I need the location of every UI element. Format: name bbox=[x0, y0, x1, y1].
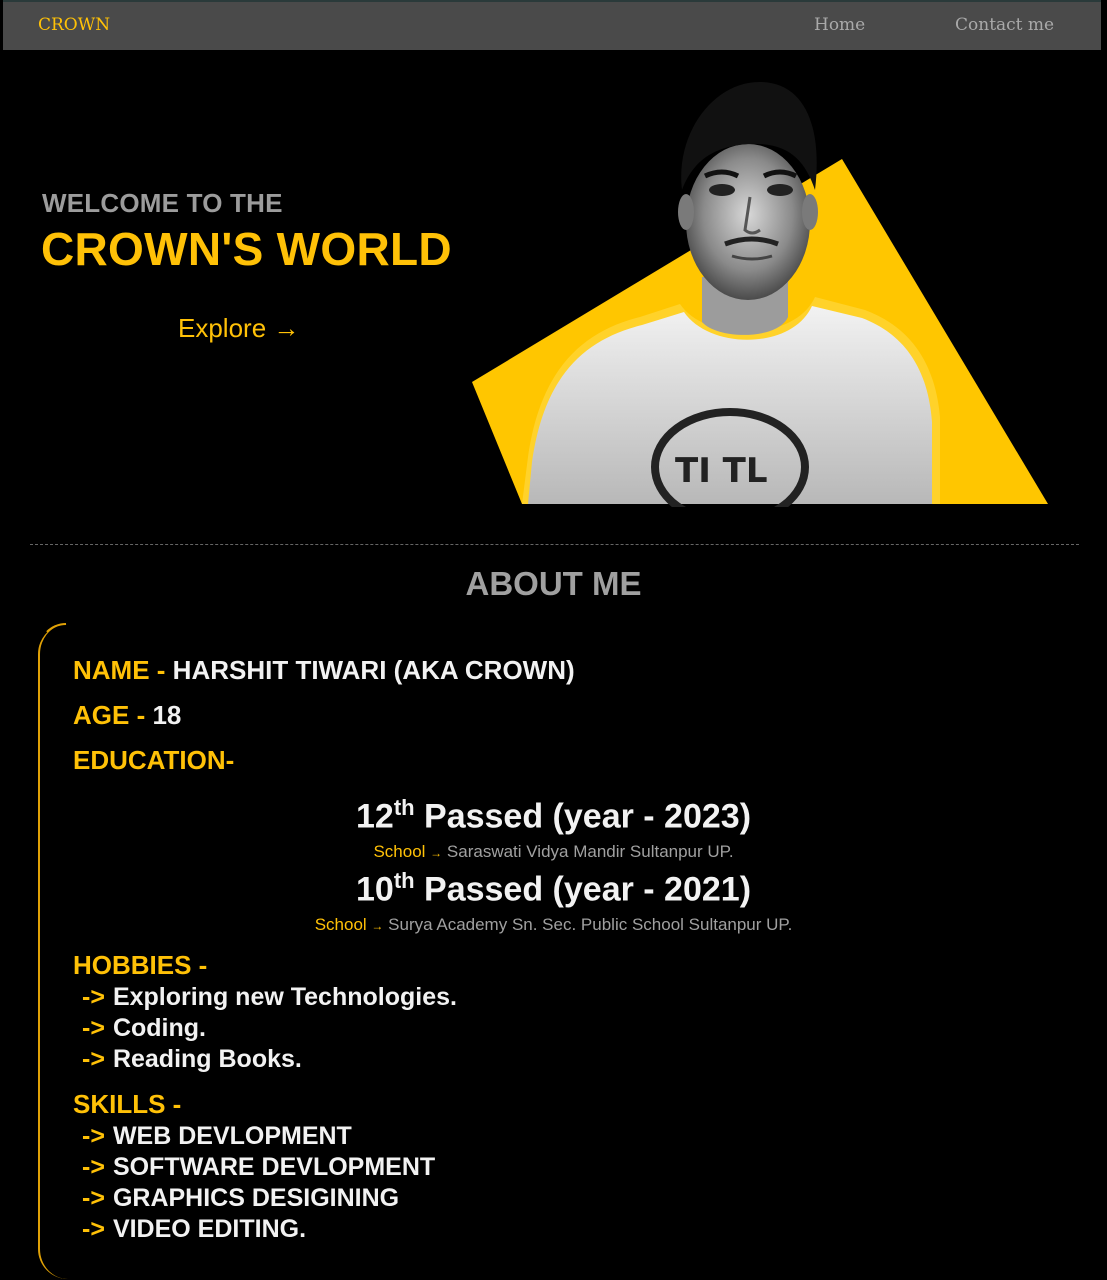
about-heading: ABOUT ME bbox=[465, 565, 642, 602]
nav-link-home[interactable]: Home bbox=[814, 15, 865, 35]
hero-welcome-text: WELCOME TO THE bbox=[42, 188, 283, 218]
education-item-10th: 10th Passed (year - 2021) bbox=[355, 868, 752, 909]
name-value: HARSHIT TIWARI (AKA CROWN) bbox=[172, 655, 575, 685]
skill-item: -> WEB DEVLOPMENT bbox=[82, 1122, 352, 1150]
education-label: EDUCATION- bbox=[73, 745, 235, 775]
svg-text:TI TL: TI TL bbox=[675, 451, 768, 491]
age-label: AGE - bbox=[73, 700, 146, 730]
education-school-10th: School → Surya Academy Sn. Sec. Public S… bbox=[314, 915, 793, 934]
hobby-item: -> Exploring new Technologies. bbox=[82, 983, 457, 1011]
age-value: 18 bbox=[152, 700, 182, 730]
hobby-item: -> Reading Books. bbox=[82, 1045, 302, 1073]
skill-item: -> GRAPHICS DESIGINING bbox=[82, 1184, 400, 1212]
page: CROWN Home Contact me WELCOME TO THE CRO… bbox=[0, 0, 1107, 1280]
hero-portrait-image: TI TL bbox=[472, 81, 1048, 507]
education-school-12th: School → Saraswati Vidya Mandir Sultanpu… bbox=[373, 842, 734, 861]
name-label: NAME - bbox=[73, 655, 166, 685]
explore-link[interactable]: Explore → bbox=[178, 313, 299, 344]
education-item-12th: 12th Passed (year - 2023) bbox=[355, 795, 752, 836]
age-row: AGE - 18 bbox=[73, 700, 181, 731]
hobbies-label: HOBBIES - bbox=[73, 950, 208, 980]
nav-link-contact[interactable]: Contact me bbox=[955, 15, 1054, 35]
name-row: NAME - HARSHIT TIWARI (AKA CROWN) bbox=[73, 655, 575, 686]
navbar: CROWN Home Contact me bbox=[3, 0, 1101, 50]
skill-item: -> VIDEO EDITING. bbox=[82, 1215, 307, 1243]
brand-logo[interactable]: CROWN bbox=[38, 15, 110, 35]
hobby-item: -> Coding. bbox=[82, 1014, 206, 1042]
skill-item: -> SOFTWARE DEVLOPMENT bbox=[82, 1153, 436, 1181]
hero-title: CROWN'S WORLD bbox=[41, 223, 452, 275]
skills-label: SKILLS - bbox=[73, 1089, 182, 1119]
section-divider bbox=[30, 544, 1079, 545]
